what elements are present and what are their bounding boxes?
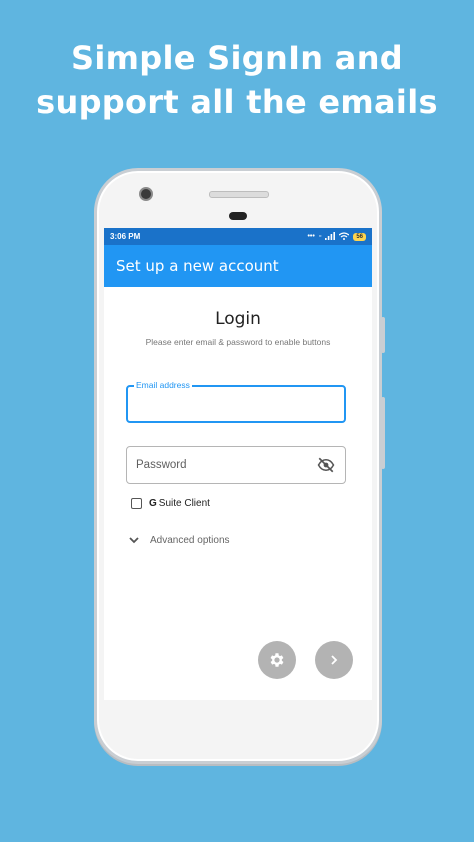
advanced-options-toggle[interactable]: Advanced options xyxy=(128,534,230,546)
eye-off-icon[interactable] xyxy=(317,456,335,474)
login-subtitle: Please enter email & password to enable … xyxy=(145,337,331,347)
advanced-options-label: Advanced options xyxy=(150,534,230,546)
promo-line-1: Simple SignIn and xyxy=(71,39,403,77)
login-title: Login xyxy=(215,309,261,329)
gsuite-label: Suite Client xyxy=(158,498,210,509)
gear-icon xyxy=(270,653,284,667)
email-field-label: Email address xyxy=(134,380,192,390)
status-bar: 3:06 PM ••• ▫ 56 xyxy=(104,228,372,245)
password-field[interactable] xyxy=(126,446,346,484)
app-bar-title: Set up a new account xyxy=(116,257,279,275)
chevron-right-icon xyxy=(331,655,338,665)
email-input[interactable] xyxy=(128,387,344,421)
chevron-down-icon xyxy=(129,537,139,544)
phone-screen: 3:06 PM ••• ▫ 56 Set up a new account Lo… xyxy=(104,228,372,700)
front-camera xyxy=(139,187,153,201)
signal-icon xyxy=(325,231,336,242)
settings-button[interactable] xyxy=(258,641,296,679)
phone-frame: 3:06 PM ••• ▫ 56 Set up a new account Lo… xyxy=(94,168,385,764)
status-time: 3:06 PM xyxy=(110,232,141,241)
app-bar: Set up a new account xyxy=(104,245,372,287)
password-input[interactable] xyxy=(127,447,317,483)
proximity-sensor xyxy=(229,212,247,220)
gsuite-prefix: G xyxy=(149,498,157,509)
next-button[interactable] xyxy=(315,641,353,679)
more-dots-icon: ••• xyxy=(307,233,315,240)
earpiece-speaker xyxy=(209,191,269,198)
wifi-icon xyxy=(338,231,350,242)
data-speed-icon: ▫ xyxy=(318,233,322,240)
promo-line-2: support all the emails xyxy=(36,83,438,121)
battery-icon: 56 xyxy=(353,232,366,241)
email-field[interactable]: Email address xyxy=(126,380,346,423)
gsuite-checkbox-row[interactable]: G Suite Client xyxy=(131,498,210,509)
gsuite-checkbox[interactable] xyxy=(131,498,142,509)
status-icons: ••• ▫ 56 xyxy=(307,231,366,242)
promo-headline: Simple SignIn and support all the emails xyxy=(0,36,474,124)
phone-side-button-bottom xyxy=(381,397,385,469)
phone-side-button-top xyxy=(381,317,385,353)
